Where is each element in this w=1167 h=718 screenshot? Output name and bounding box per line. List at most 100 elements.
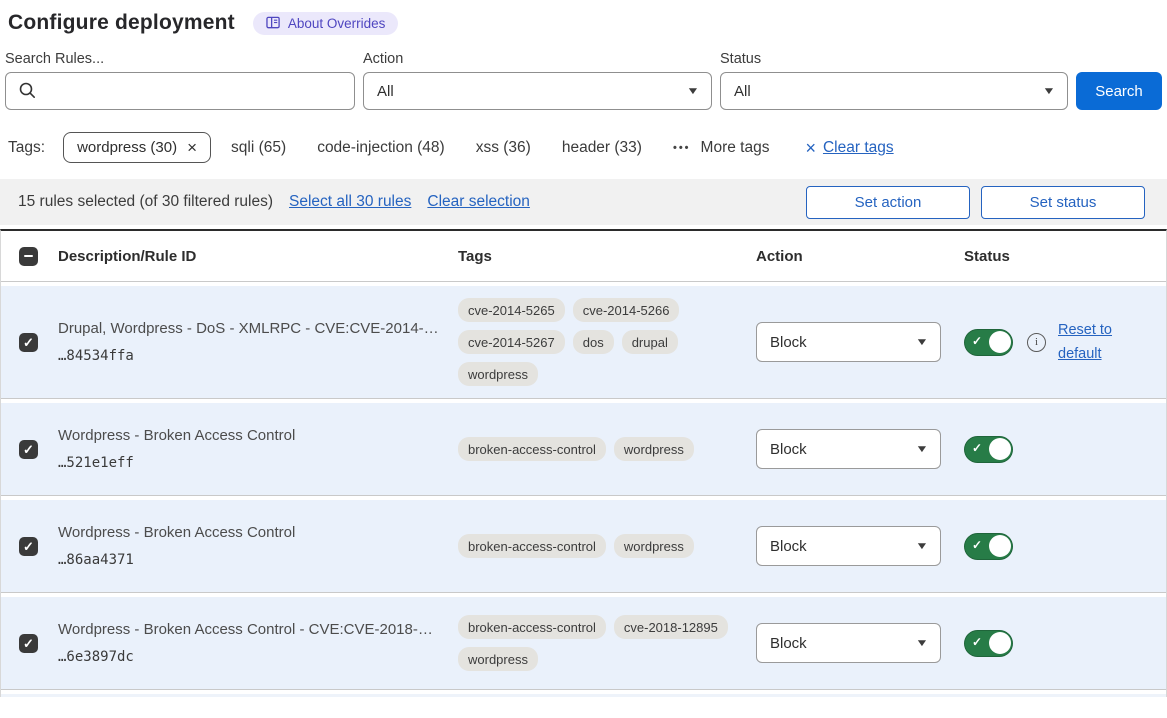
search-rules-label: Search Rules... xyxy=(5,51,355,67)
chevron-down-icon: ▼ xyxy=(915,638,929,649)
row-action-value: Block xyxy=(770,334,807,351)
check-icon: ✓ xyxy=(23,540,34,553)
row-action-select[interactable]: Block ▼ xyxy=(756,322,941,362)
search-button[interactable]: Search xyxy=(1076,72,1162,110)
tag-pill: broken-access-control xyxy=(458,534,606,558)
about-overrides-badge[interactable]: About Overrides xyxy=(253,12,399,35)
tag-pill: broken-access-control xyxy=(458,615,606,639)
rule-tags: broken-access-control wordpress xyxy=(456,534,756,558)
rule-tags: broken-access-control cve-2018-12895 wordp… xyxy=(456,615,756,671)
select-all-rules-link[interactable]: Select all 30 rules xyxy=(289,193,411,211)
row-checkbox[interactable]: ✓ xyxy=(19,333,38,352)
action-select[interactable]: All ▼ xyxy=(363,72,712,110)
column-header-tags: Tags xyxy=(456,248,756,265)
tag-pill: dos xyxy=(573,330,614,354)
status-select[interactable]: All ▼ xyxy=(720,72,1068,110)
filter-bar: Search Rules... Action All ▼ Status All … xyxy=(0,35,1167,110)
chevron-down-icon: ▼ xyxy=(686,86,700,97)
remove-tag-icon[interactable]: × xyxy=(187,139,197,156)
rule-id: …86aa4371 xyxy=(58,552,444,568)
tag-pill: wordpress xyxy=(614,437,694,461)
tag-option-xss[interactable]: xss (36) xyxy=(476,139,531,157)
tag-pill: drupal xyxy=(622,330,678,354)
check-icon: ✓ xyxy=(23,336,34,349)
rule-id: …6e3897dc xyxy=(58,649,444,665)
rule-description: Drupal, Wordpress - DoS - XMLRPC - CVE:C… xyxy=(58,320,444,337)
rule-description: Wordpress - Broken Access Control xyxy=(58,524,444,541)
set-status-button[interactable]: Set status xyxy=(981,186,1145,219)
row-action-value: Block xyxy=(770,635,807,652)
tag-pill: cve-2014-5267 xyxy=(458,330,565,354)
status-toggle[interactable]: ✓ xyxy=(964,329,1013,356)
status-select-value: All xyxy=(734,83,751,100)
column-header-status: Status xyxy=(956,248,1166,265)
chevron-down-icon: ▼ xyxy=(915,541,929,552)
tags-label: Tags: xyxy=(8,139,45,157)
check-icon: ✓ xyxy=(972,538,982,552)
table-row: ✓ Wordpress - Broken Access Control …521… xyxy=(1,403,1166,496)
check-icon: ✓ xyxy=(972,441,982,455)
tag-pill: cve-2014-5266 xyxy=(573,298,680,322)
chevron-down-icon: ▼ xyxy=(915,444,929,455)
table-header-row: Description/Rule ID Tags Action Status xyxy=(1,231,1166,282)
row-action-value: Block xyxy=(770,538,807,555)
row-checkbox[interactable]: ✓ xyxy=(19,634,38,653)
tag-pill: wordpress xyxy=(458,647,538,671)
info-icon[interactable]: i xyxy=(1027,333,1046,352)
row-action-select[interactable]: Block ▼ xyxy=(756,526,941,566)
table-row: ✓ Wordpress - Broken Access Control …86a… xyxy=(1,500,1166,593)
ellipsis-icon: ••• xyxy=(673,142,691,154)
status-toggle[interactable]: ✓ xyxy=(964,630,1013,657)
toggle-knob xyxy=(989,438,1011,460)
clear-tags-label: Clear tags xyxy=(823,139,894,157)
rule-id: …84534ffa xyxy=(58,348,444,364)
column-header-description: Description/Rule ID xyxy=(58,248,456,265)
close-icon: × xyxy=(805,139,816,157)
status-toggle[interactable]: ✓ xyxy=(964,436,1013,463)
tags-bar: Tags: wordpress (30) × sqli (65) code-in… xyxy=(0,110,1167,163)
tag-pill: cve-2018-12895 xyxy=(614,615,728,639)
search-icon xyxy=(18,81,37,105)
selected-tag-wordpress[interactable]: wordpress (30) × xyxy=(63,132,211,163)
clear-selection-link[interactable]: Clear selection xyxy=(427,193,530,211)
status-toggle[interactable]: ✓ xyxy=(964,533,1013,560)
set-action-button[interactable]: Set action xyxy=(806,186,970,219)
row-checkbox[interactable]: ✓ xyxy=(19,537,38,556)
check-icon: ✓ xyxy=(972,635,982,649)
tag-option-code-injection[interactable]: code-injection (48) xyxy=(317,139,445,157)
toggle-knob xyxy=(989,632,1011,654)
selection-summary: 15 rules selected (of 30 filtered rules) xyxy=(18,193,273,211)
selection-bar: 15 rules selected (of 30 filtered rules)… xyxy=(0,179,1167,225)
tag-option-header[interactable]: header (33) xyxy=(562,139,642,157)
indeterminate-icon xyxy=(24,255,33,258)
chevron-down-icon: ▼ xyxy=(915,337,929,348)
search-rules-filter: Search Rules... xyxy=(5,51,355,110)
check-icon: ✓ xyxy=(23,443,34,456)
toggle-knob xyxy=(989,331,1011,353)
book-icon xyxy=(266,16,281,30)
tag-option-sqli[interactable]: sqli (65) xyxy=(231,139,286,157)
check-icon: ✓ xyxy=(972,334,982,348)
action-filter: Action All ▼ xyxy=(363,51,712,110)
more-tags-button[interactable]: ••• More tags xyxy=(673,139,769,157)
clear-tags-link[interactable]: × Clear tags xyxy=(805,139,893,157)
selected-tag-label: wordpress (30) xyxy=(77,139,177,156)
rule-description: Wordpress - Broken Access Control - CVE:… xyxy=(58,621,444,638)
row-checkbox[interactable]: ✓ xyxy=(19,440,38,459)
chevron-down-icon: ▼ xyxy=(1042,86,1056,97)
more-tags-label: More tags xyxy=(701,139,770,157)
tag-pill: broken-access-control xyxy=(458,437,606,461)
column-header-action: Action xyxy=(756,248,956,265)
check-icon: ✓ xyxy=(23,637,34,650)
select-all-checkbox[interactable] xyxy=(19,247,38,266)
reset-to-default-link[interactable]: Reset to default xyxy=(1058,318,1120,366)
search-rules-input[interactable] xyxy=(5,72,355,110)
rule-id: …521e1eff xyxy=(58,455,444,471)
tag-pill: wordpress xyxy=(458,362,538,386)
table-row: ✓ Drupal, Wordpress - DoS - XMLRPC - CVE… xyxy=(1,286,1166,399)
tag-pill: cve-2014-5265 xyxy=(458,298,565,322)
row-action-select[interactable]: Block ▼ xyxy=(756,623,941,663)
about-overrides-label: About Overrides xyxy=(288,16,386,31)
tag-pill: wordpress xyxy=(614,534,694,558)
row-action-select[interactable]: Block ▼ xyxy=(756,429,941,469)
